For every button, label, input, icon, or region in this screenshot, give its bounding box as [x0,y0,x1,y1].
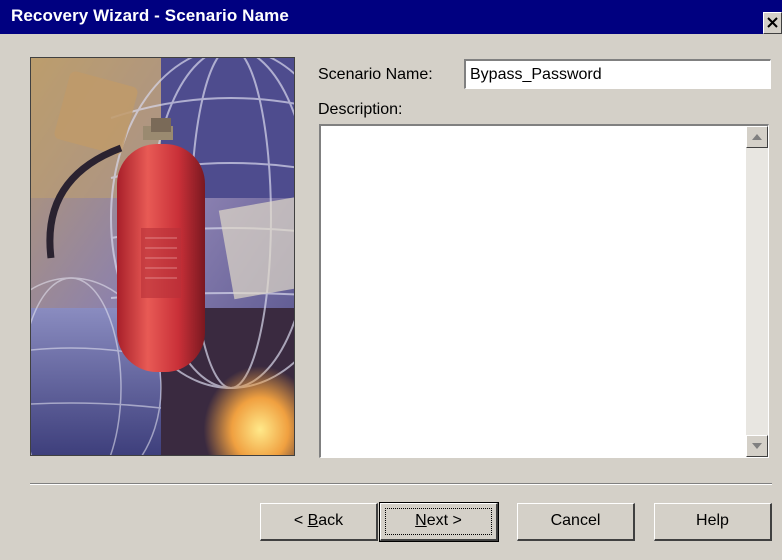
back-button-label: ack [318,512,344,529]
help-button-label: Help [696,512,729,529]
separator [30,483,772,485]
description-textarea[interactable] [321,126,744,457]
back-button-accelerator: B [307,512,319,529]
fire-extinguisher-illustration [31,58,294,455]
wizard-illustration [30,57,295,456]
title-bar: Recovery Wizard - Scenario Name [0,0,782,36]
close-icon [767,17,778,28]
help-button[interactable]: Help [654,503,772,541]
cancel-button-label: Cancel [550,512,601,529]
description-box [319,124,769,458]
scenario-name-input[interactable] [464,59,771,89]
cancel-button[interactable]: Cancel [517,503,635,541]
scenario-name-label: Scenario Name: [318,66,433,83]
arrow-up-icon [752,134,762,140]
scroll-down-button[interactable] [746,435,768,457]
arrow-down-icon [752,443,762,449]
scroll-up-button[interactable] [746,126,768,148]
focus-rectangle [385,508,492,535]
back-button-prefix: < [293,512,308,529]
close-button[interactable] [763,12,782,34]
next-button[interactable]: Next > [379,502,499,542]
description-label: Description: [318,101,403,118]
back-button[interactable]: < Back [260,503,378,541]
description-scrollbar[interactable] [746,126,768,457]
window-title: Recovery Wizard - Scenario Name [11,6,289,25]
